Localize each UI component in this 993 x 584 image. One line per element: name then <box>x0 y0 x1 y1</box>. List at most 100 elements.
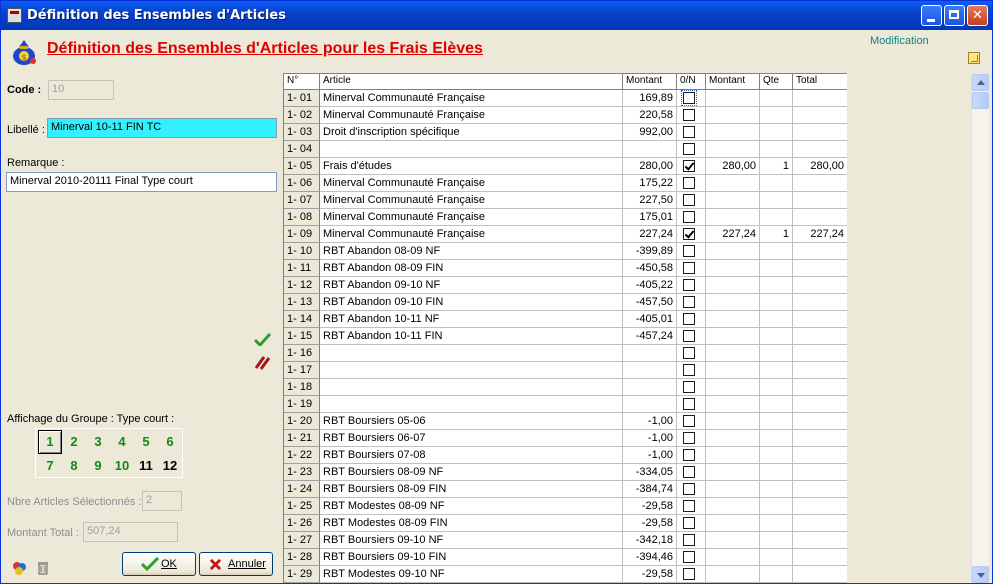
trash-icon[interactable] <box>35 560 51 576</box>
ok-button[interactable]: OK <box>122 552 196 576</box>
row-checkbox[interactable] <box>683 245 695 257</box>
group-button[interactable]: 2 <box>62 430 86 454</box>
x-icon <box>209 558 222 571</box>
row-checkbox[interactable] <box>683 432 695 444</box>
close-button[interactable]: ✕ <box>967 5 988 26</box>
group-button[interactable]: 5 <box>134 430 158 454</box>
row-checkbox[interactable] <box>683 194 695 206</box>
title-bar[interactable]: Définition des Ensembles d'Articles ✕ <box>1 1 992 30</box>
remarque-field[interactable]: Minerval 2010-20111 Final Type court <box>6 172 277 192</box>
row-checkbox[interactable] <box>683 109 695 121</box>
scroll-thumb[interactable] <box>972 92 989 109</box>
row-checkbox[interactable] <box>683 279 695 291</box>
row-checkbox[interactable] <box>683 398 695 410</box>
table-row[interactable]: 1- 16 <box>284 345 847 362</box>
row-checkbox[interactable] <box>683 126 695 138</box>
table-row[interactable]: 1- 12 RBT Abandon 09-10 NF -405,22 <box>284 277 847 294</box>
row-checkbox[interactable] <box>683 347 695 359</box>
row-checkbox[interactable] <box>683 262 695 274</box>
articles-grid[interactable]: N° Article Montant 0/N Montant Qte Total 1- 01 M… <box>283 73 847 583</box>
row-checkbox[interactable] <box>683 500 695 512</box>
table-row[interactable]: 1- 23 RBT Boursiers 08-09 NF -334,05 <box>284 464 847 481</box>
cell-on <box>677 277 706 294</box>
table-row[interactable]: 1- 05 Frais d'études 280,00 280,00 1 280,00 <box>284 158 847 175</box>
table-row[interactable]: 1- 14 RBT Abandon 10-11 NF -405,01 <box>284 311 847 328</box>
table-row[interactable]: 1- 25 RBT Modestes 08-09 NF -29,58 <box>284 498 847 515</box>
row-checkbox[interactable] <box>683 228 695 240</box>
scroll-up-button[interactable] <box>972 74 989 91</box>
header-total[interactable]: Total <box>793 74 847 90</box>
header-on[interactable]: 0/N <box>677 74 706 90</box>
cell-article: Minerval Communauté Française <box>320 209 623 226</box>
row-checkbox[interactable] <box>683 483 695 495</box>
row-checkbox[interactable] <box>683 143 695 155</box>
header-num[interactable]: N° <box>284 74 320 90</box>
table-row[interactable]: 1- 27 RBT Boursiers 09-10 NF -342,18 <box>284 532 847 549</box>
header-montant[interactable]: Montant <box>623 74 677 90</box>
table-row[interactable]: 1- 09 Minerval Communauté Française 227,24… <box>284 226 847 243</box>
app-icon[interactable] <box>7 8 22 23</box>
table-row[interactable]: 1- 07 Minerval Communauté Française 227,50 <box>284 192 847 209</box>
group-button[interactable]: 3 <box>86 430 110 454</box>
table-row[interactable]: 1- 15 RBT Abandon 10-11 FIN -457,24 <box>284 328 847 345</box>
table-row[interactable]: 1- 22 RBT Boursiers 07-08 -1,00 <box>284 447 847 464</box>
row-checkbox[interactable] <box>683 364 695 376</box>
table-row[interactable]: 1- 18 <box>284 379 847 396</box>
group-button[interactable]: 9 <box>86 454 110 478</box>
header-montant2[interactable]: Montant <box>706 74 760 90</box>
settings-icon[interactable] <box>11 560 27 576</box>
cancel-button[interactable]: Annuler <box>199 552 273 576</box>
table-row[interactable]: 1- 03 Droit d'inscription spécifique 992,0… <box>284 124 847 141</box>
grid-icon[interactable] <box>968 52 980 64</box>
table-row[interactable]: 1- 24 RBT Boursiers 08-09 FIN -384,74 <box>284 481 847 498</box>
table-row[interactable]: 1- 28 RBT Boursiers 09-10 FIN -394,46 <box>284 549 847 566</box>
table-row[interactable]: 1- 02 Minerval Communauté Française 220,58 <box>284 107 847 124</box>
row-checkbox[interactable] <box>681 90 697 106</box>
scroll-down-button[interactable] <box>972 566 989 583</box>
row-checkbox[interactable] <box>683 551 695 563</box>
group-button[interactable]: 6 <box>158 430 182 454</box>
table-row[interactable]: 1- 20 RBT Boursiers 05-06 -1,00 <box>284 413 847 430</box>
header-qte[interactable]: Qte <box>760 74 793 90</box>
row-checkbox[interactable] <box>683 160 695 172</box>
group-button[interactable]: 1 <box>38 430 62 454</box>
checkmark-icon[interactable] <box>254 332 271 346</box>
row-checkbox[interactable] <box>683 330 695 342</box>
group-button[interactable]: 8 <box>62 454 86 478</box>
row-checkbox[interactable] <box>683 415 695 427</box>
table-row[interactable]: 1- 19 <box>284 396 847 413</box>
vertical-scrollbar[interactable] <box>971 74 989 583</box>
group-button[interactable]: 11 <box>134 454 158 478</box>
row-checkbox[interactable] <box>683 466 695 478</box>
code-field[interactable]: 10 <box>48 80 114 100</box>
table-row[interactable]: 1- 04 <box>284 141 847 158</box>
row-checkbox[interactable] <box>683 381 695 393</box>
header-article[interactable]: Article <box>320 74 623 90</box>
minimize-button[interactable] <box>921 5 942 26</box>
table-row[interactable]: 1- 26 RBT Modestes 08-09 FIN -29,58 <box>284 515 847 532</box>
row-checkbox[interactable] <box>683 211 695 223</box>
maximize-button[interactable] <box>944 5 965 26</box>
slash-icon[interactable] <box>254 354 271 370</box>
row-checkbox[interactable] <box>683 568 695 580</box>
group-button[interactable]: 7 <box>38 454 62 478</box>
table-row[interactable]: 1- 10 RBT Abandon 08-09 NF -399,89 <box>284 243 847 260</box>
table-row[interactable]: 1- 11 RBT Abandon 08-09 FIN -450,58 <box>284 260 847 277</box>
table-row[interactable]: 1- 17 <box>284 362 847 379</box>
table-row[interactable]: 1- 13 RBT Abandon 09-10 FIN -457,50 <box>284 294 847 311</box>
table-row[interactable]: 1- 08 Minerval Communauté Française 175,01 <box>284 209 847 226</box>
row-checkbox[interactable] <box>683 534 695 546</box>
group-button[interactable]: 12 <box>158 454 182 478</box>
row-checkbox[interactable] <box>683 449 695 461</box>
table-row[interactable]: 1- 29 RBT Modestes 09-10 NF -29,58 <box>284 566 847 583</box>
row-checkbox[interactable] <box>683 177 695 189</box>
libelle-field[interactable]: Minerval 10-11 FIN TC <box>47 118 277 138</box>
row-checkbox[interactable] <box>683 313 695 325</box>
group-button[interactable]: 4 <box>110 430 134 454</box>
row-checkbox[interactable] <box>683 296 695 308</box>
group-button[interactable]: 10 <box>110 454 134 478</box>
table-row[interactable]: 1- 01 Minerval Communauté Française 169,89 <box>284 90 847 107</box>
table-row[interactable]: 1- 21 RBT Boursiers 06-07 -1,00 <box>284 430 847 447</box>
table-row[interactable]: 1- 06 Minerval Communauté Française 175,22 <box>284 175 847 192</box>
row-checkbox[interactable] <box>683 517 695 529</box>
